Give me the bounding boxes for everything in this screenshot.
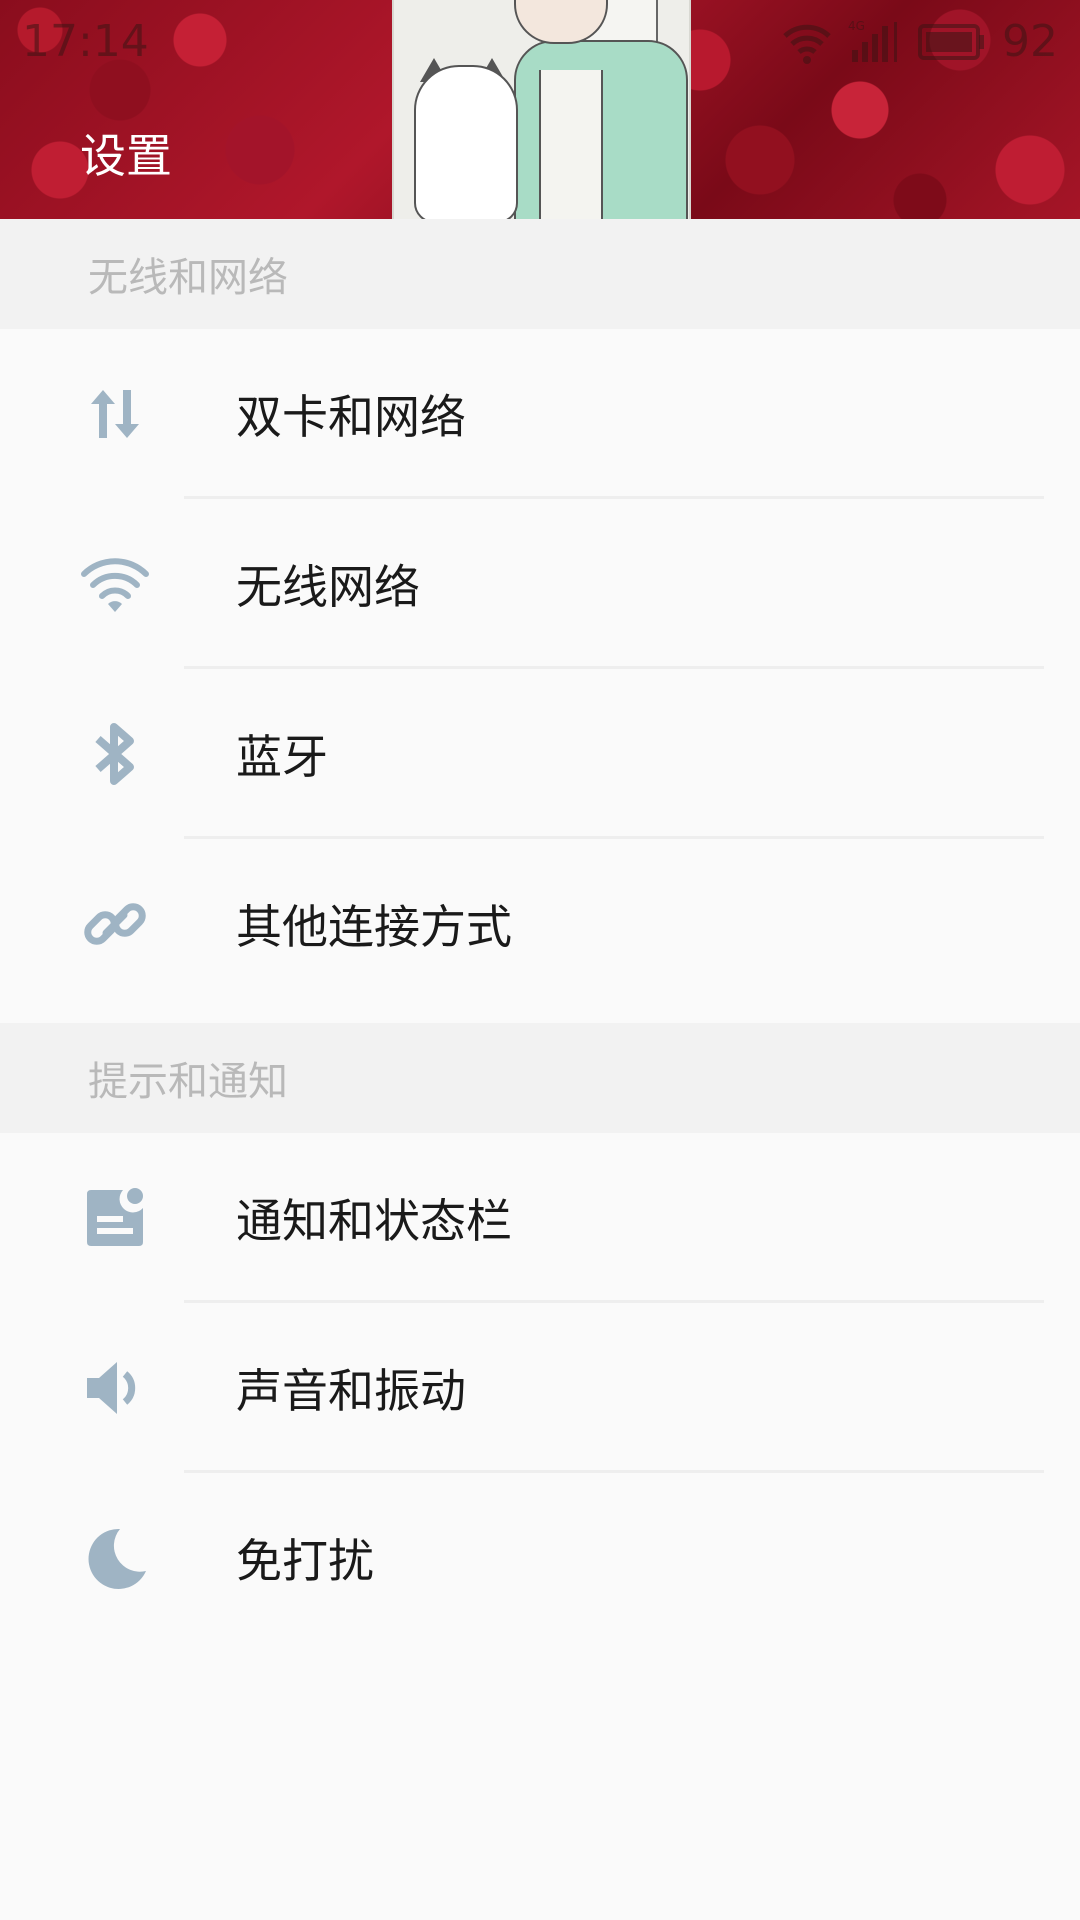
- notifications-list: 通知和状态栏 声音和振动 免打扰: [0, 1133, 1080, 1643]
- section-header-notifications: 提示和通知: [0, 1023, 1080, 1133]
- settings-item-label: 通知和状态栏: [236, 1194, 512, 1248]
- signal-icon: 4G: [848, 20, 897, 62]
- settings-item-label: 蓝牙: [236, 730, 328, 784]
- settings-item-other-connections[interactable]: 其他连接方式: [0, 839, 1080, 1009]
- settings-item-sound-vibration[interactable]: 声音和振动: [0, 1303, 1080, 1473]
- wireless-list: 双卡和网络 无线网络 蓝牙 其他连接方式: [0, 329, 1080, 1009]
- settings-screen: 17:14 4G 92 设置 无线和网络 双卡和网络 无线网络 蓝牙 其他连接方…: [0, 0, 1080, 1920]
- status-icons: 4G 92: [782, 16, 1058, 67]
- section-header-wireless: 无线和网络: [0, 219, 1080, 329]
- status-bar: 17:14 4G 92: [0, 0, 1080, 80]
- settings-item-dual-sim[interactable]: 双卡和网络: [0, 329, 1080, 499]
- wifi-status-icon: [783, 24, 831, 64]
- moon-icon: [80, 1523, 150, 1593]
- notification-icon: [80, 1183, 150, 1253]
- link-icon: [80, 889, 150, 959]
- header: 17:14 4G 92 设置: [0, 0, 1080, 219]
- page-title: 设置: [80, 129, 172, 183]
- network-type-label: 4G: [848, 20, 865, 33]
- settings-item-label: 声音和振动: [236, 1364, 466, 1418]
- settings-item-bluetooth[interactable]: 蓝牙: [0, 669, 1080, 839]
- data-arrows-icon: [80, 379, 150, 449]
- settings-item-label: 双卡和网络: [236, 390, 466, 444]
- battery-icon: [918, 23, 984, 60]
- speaker-icon: [80, 1353, 150, 1423]
- settings-item-label: 无线网络: [236, 560, 420, 614]
- battery-percent: 92: [1002, 16, 1058, 67]
- settings-item-label: 免打扰: [236, 1534, 374, 1588]
- bluetooth-icon: [80, 719, 150, 789]
- section-title: 无线和网络: [88, 255, 288, 301]
- status-time: 17:14: [22, 16, 149, 67]
- settings-item-label: 其他连接方式: [236, 900, 512, 954]
- section-title: 提示和通知: [88, 1059, 288, 1105]
- settings-item-notification-statusbar[interactable]: 通知和状态栏: [0, 1133, 1080, 1303]
- settings-item-wifi[interactable]: 无线网络: [0, 499, 1080, 669]
- wifi-icon: [80, 549, 150, 619]
- settings-item-do-not-disturb[interactable]: 免打扰: [0, 1473, 1080, 1643]
